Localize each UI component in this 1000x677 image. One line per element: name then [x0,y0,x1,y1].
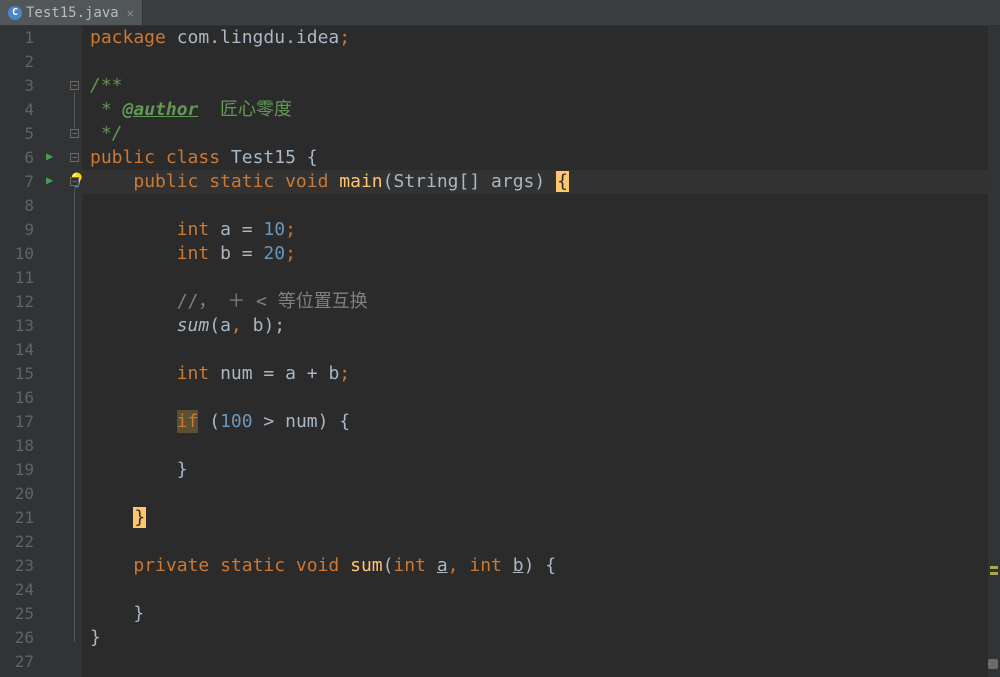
line-number[interactable]: 12 [0,290,34,314]
code-line[interactable]: sum(a, b); [90,314,1000,338]
code-line[interactable] [90,194,1000,218]
line-number-gutter: 1 2 3 4 5 6 7 8 9 10 11 12 13 14 15 16 1… [0,26,42,677]
fold-toggle-icon[interactable]: − [70,177,79,186]
code-line[interactable]: int a = 10; [90,218,1000,242]
line-number[interactable]: 2 [0,50,34,74]
fold-guide [74,92,75,128]
line-number[interactable]: 25 [0,602,34,626]
line-number[interactable]: 16 [0,386,34,410]
close-icon[interactable]: ✕ [127,6,134,20]
code-line[interactable] [90,50,1000,74]
line-number[interactable]: 26 [0,626,34,650]
line-number[interactable]: 27 [0,650,34,674]
warning-stripe-icon[interactable] [990,572,998,575]
run-marker-icon[interactable]: ▶ [46,173,53,187]
code-line[interactable]: * @author 匠心零度 [90,98,1000,122]
code-line[interactable]: } [90,602,1000,626]
code-line[interactable]: if (100 > num) { [90,410,1000,434]
fold-toggle-icon[interactable]: − [70,129,79,138]
code-line[interactable] [90,578,1000,602]
gutter-markers: ▶ ▶ 💡 − − − − [42,26,82,677]
run-marker-icon[interactable]: ▶ [46,149,53,163]
line-number[interactable]: 1 [0,26,34,50]
tab-bar: C Test15.java ✕ [0,0,1000,26]
right-gutter [988,26,1000,677]
line-number[interactable]: 22 [0,530,34,554]
code-line[interactable]: /** [90,74,1000,98]
status-indicator-icon[interactable] [988,659,998,669]
editor: 1 2 3 4 5 6 7 8 9 10 11 12 13 14 15 16 1… [0,26,1000,677]
fold-toggle-icon[interactable]: − [70,153,79,162]
code-line[interactable] [90,482,1000,506]
line-number[interactable]: 5 [0,122,34,146]
code-line[interactable]: private static void sum(int a, int b) { [90,554,1000,578]
line-number[interactable]: 18 [0,434,34,458]
fold-guide [74,188,75,642]
code-line[interactable]: int num = a + b; [90,362,1000,386]
code-line[interactable] [90,434,1000,458]
line-number[interactable]: 21 [0,506,34,530]
code-line[interactable]: } [90,506,1000,530]
code-line[interactable]: } [90,626,1000,650]
warning-stripe-icon[interactable] [990,566,998,569]
code-line[interactable]: //， ＋ < 等位置互换 [90,290,1000,314]
code-line[interactable] [90,266,1000,290]
file-tab[interactable]: C Test15.java ✕ [0,0,143,25]
line-number[interactable]: 10 [0,242,34,266]
code-area[interactable]: package com.lingdu.idea; /** * @author 匠… [82,26,1000,677]
code-line[interactable] [90,386,1000,410]
code-line[interactable]: int b = 20; [90,242,1000,266]
line-number[interactable]: 4 [0,98,34,122]
tab-filename: Test15.java [26,5,119,21]
code-line[interactable] [90,338,1000,362]
line-number[interactable]: 13 [0,314,34,338]
line-number[interactable]: 17 [0,410,34,434]
code-line[interactable]: } [90,458,1000,482]
line-number[interactable]: 3 [0,74,34,98]
line-number[interactable]: 7 [0,170,34,194]
line-number[interactable]: 15 [0,362,34,386]
line-number[interactable]: 6 [0,146,34,170]
code-line[interactable]: */ [90,122,1000,146]
line-number[interactable]: 24 [0,578,34,602]
line-number[interactable]: 11 [0,266,34,290]
line-number[interactable]: 23 [0,554,34,578]
line-number[interactable]: 14 [0,338,34,362]
code-line[interactable]: public class Test15 { [90,146,1000,170]
line-number[interactable]: 19 [0,458,34,482]
line-number[interactable]: 8 [0,194,34,218]
java-class-icon: C [8,6,22,20]
fold-toggle-icon[interactable]: − [70,81,79,90]
code-line[interactable] [90,530,1000,554]
line-number[interactable]: 9 [0,218,34,242]
code-line[interactable] [90,650,1000,674]
line-number[interactable]: 20 [0,482,34,506]
code-line[interactable]: package com.lingdu.idea; [90,26,1000,50]
